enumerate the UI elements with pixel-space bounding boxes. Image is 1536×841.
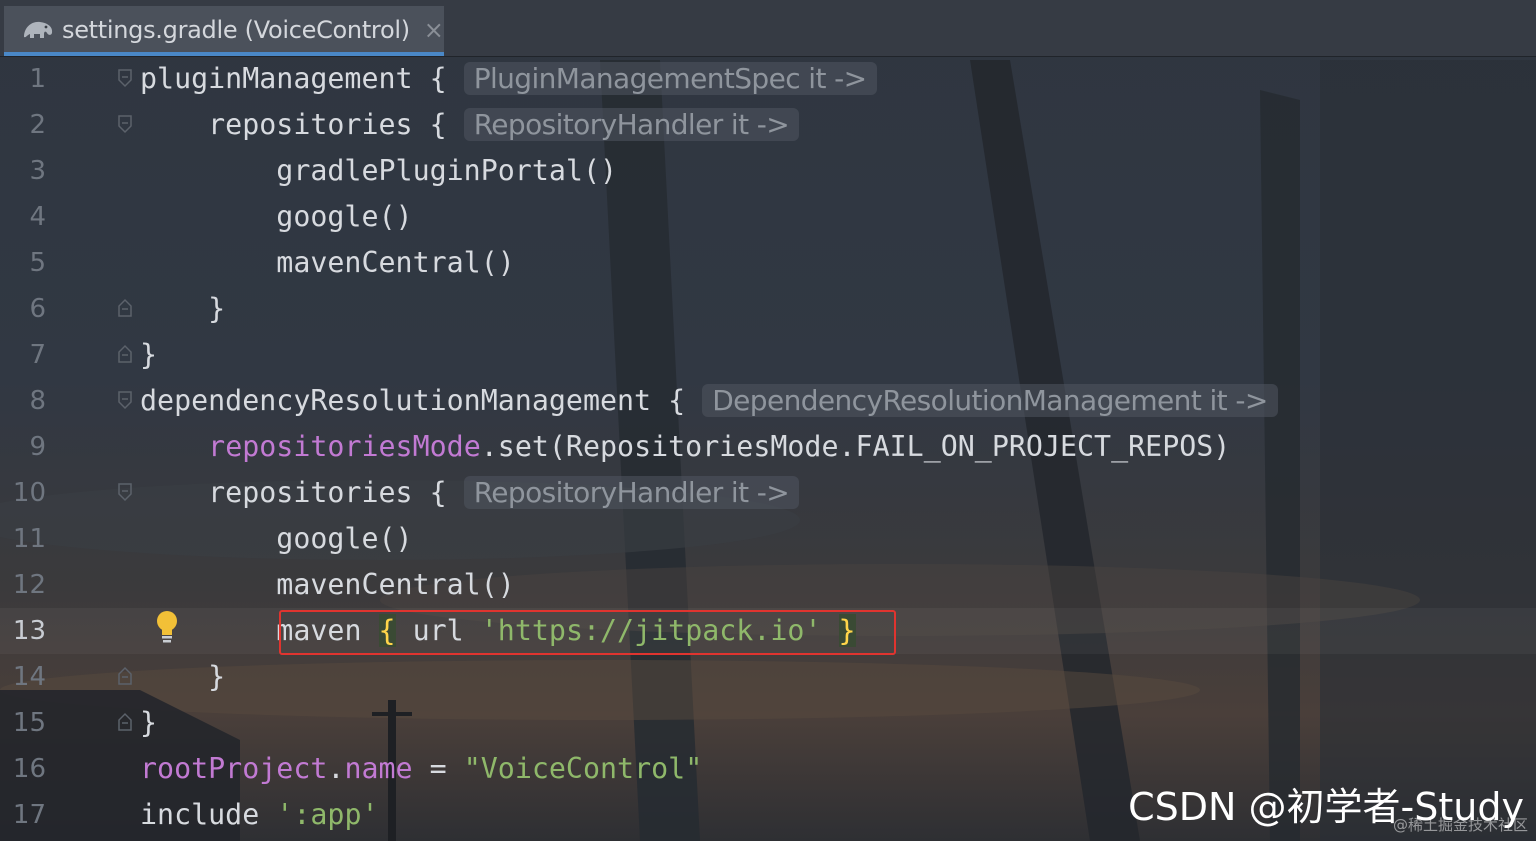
fold-close-icon[interactable] [117,344,133,364]
code-text: dependencyResolutionManagement { Depende… [140,378,1278,424]
watermark: CSDN @初学者-Study [1128,785,1524,829]
editor-tab-bar: settings.gradle (VoiceControl) × [0,0,1536,57]
inlay-hint: DependencyResolutionManagement it -> [702,384,1278,417]
code-text: repositoriesMode.set(RepositoriesMode.FA… [208,430,1231,463]
code-line: 12 mavenCentral() [0,562,1536,608]
code-line: 14 } [0,654,1536,700]
line-number: 5 [29,248,46,278]
highlight-box [279,610,896,655]
code-text: google() [140,200,413,233]
code-line: 5 mavenCentral() [0,240,1536,286]
code-line: 9 repositoriesMode.set(RepositoriesMode.… [0,424,1536,470]
line-number: 11 [12,524,46,554]
close-icon[interactable]: × [424,16,444,44]
code-text: mavenCentral() [140,568,515,601]
code-line: 10 repositories { RepositoryHandler it -… [0,470,1536,516]
fold-open-icon[interactable] [117,390,133,410]
code-text: } [140,706,158,739]
code-line: 8 dependencyResolutionManagement { Depen… [0,378,1536,424]
code-text: repositories { RepositoryHandler it -> [140,470,800,516]
lightbulb-icon[interactable] [153,609,181,645]
line-number: 13 [12,616,46,646]
code-line: 6 } [0,286,1536,332]
line-number: 17 [12,800,46,830]
code-line: 15 } [0,700,1536,746]
line-number: 14 [12,662,46,692]
line-number: 2 [29,110,46,140]
code-line: 3 gradlePluginPortal() [0,148,1536,194]
fold-close-icon[interactable] [117,712,133,732]
code-line: 11 google() [0,516,1536,562]
code-text: gradlePluginPortal() [140,154,618,187]
code-text: pluginManagement { PluginManagementSpec … [140,56,877,102]
code-text: repositories { RepositoryHandler it -> [140,102,800,148]
line-number: 12 [12,570,46,600]
line-number: 10 [12,478,46,508]
code-editor[interactable]: 1 pluginManagement { PluginManagementSpe… [0,56,1536,841]
line-number: 7 [29,340,46,370]
code-line: 4 google() [0,194,1536,240]
code-text: } [140,338,158,371]
inlay-hint: RepositoryHandler it -> [463,108,800,141]
inlay-hint: RepositoryHandler it -> [463,476,800,509]
code-text: google() [140,522,413,555]
tab-settings-gradle[interactable]: settings.gradle (VoiceControl) × [4,6,444,56]
code-line: 2 repositories { RepositoryHandler it -> [0,102,1536,148]
tab-title: settings.gradle (VoiceControl) [62,16,410,44]
inlay-hint: PluginManagementSpec it -> [463,62,877,95]
code-text: } [140,660,226,693]
fold-open-icon[interactable] [117,114,133,134]
line-number: 1 [29,64,46,94]
code-text: mavenCentral() [140,246,515,279]
line-number: 9 [29,432,46,462]
line-number: 3 [29,156,46,186]
line-number: 6 [29,294,46,324]
gradle-elephant-icon [24,21,53,38]
fold-close-icon[interactable] [117,666,133,686]
fold-open-icon[interactable] [117,482,133,502]
code-line: 1 pluginManagement { PluginManagementSpe… [0,56,1536,102]
code-text: rootProject.name = "VoiceControl" [140,752,703,785]
line-number: 8 [29,386,46,416]
fold-open-icon[interactable] [117,68,133,88]
fold-close-icon[interactable] [117,298,133,318]
line-number: 16 [12,754,46,784]
line-number: 4 [29,202,46,232]
code-line: 7 } [0,332,1536,378]
line-number: 15 [12,708,46,738]
code-text: } [140,292,226,325]
code-text: include ':app' [140,798,379,831]
